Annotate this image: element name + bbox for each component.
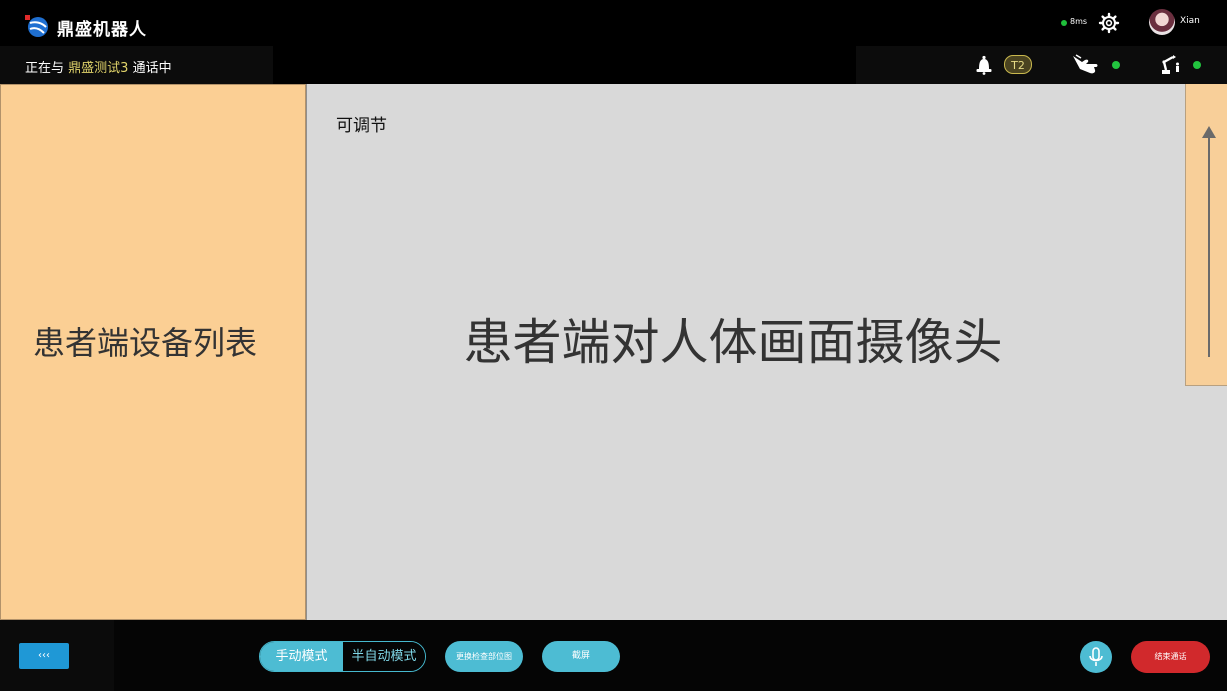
call-status-prefix: 正在与 — [25, 61, 65, 76]
manual-mode-button[interactable]: 手动模式 — [260, 642, 343, 671]
microphone-button[interactable] — [1080, 641, 1112, 673]
hand-icon[interactable] — [1072, 53, 1100, 75]
latency-status-dot — [1061, 20, 1067, 26]
camera-label: 患者端对人体画面摄像头 — [463, 314, 1003, 371]
arrow-up-icon[interactable] — [1202, 126, 1216, 138]
latency-readout: 8ms — [1070, 17, 1088, 26]
hand-status-dot — [1112, 61, 1120, 69]
mode-toggle[interactable]: 手动模式 半自动模式 — [259, 641, 426, 672]
switch-exam-view-button[interactable]: 更换检查部位图 — [445, 641, 523, 672]
logo-icon — [24, 14, 50, 38]
robot-status-dot — [1193, 61, 1201, 69]
bell-icon[interactable] — [975, 55, 993, 75]
collapse-button[interactable]: ‹‹‹ — [19, 643, 69, 669]
microphone-icon — [1089, 647, 1103, 666]
end-call-button[interactable]: 结束通话 — [1131, 641, 1210, 673]
call-status-suffix: 通话中 — [132, 61, 172, 76]
app-title: 鼎盛机器人 — [57, 20, 147, 40]
call-status-text: 正在与 鼎盛测试3 通话中 — [25, 57, 172, 76]
robot-arm-icon[interactable] — [1160, 53, 1182, 75]
username[interactable]: Xian — [1180, 16, 1200, 26]
semi-auto-mode-button[interactable]: 半自动模式 — [343, 642, 425, 671]
terminal-badge: T2 — [1004, 55, 1032, 74]
call-peer-name: 鼎盛测试3 — [68, 61, 129, 76]
slider-track[interactable] — [1208, 132, 1210, 357]
gear-icon[interactable] — [1098, 12, 1120, 34]
avatar[interactable] — [1149, 9, 1175, 35]
top-bar — [0, 0, 1227, 46]
adjust-label: 可调节 — [336, 116, 387, 136]
screenshot-button[interactable]: 截屏 — [542, 641, 620, 672]
device-list-label: 患者端设备列表 — [32, 324, 257, 362]
